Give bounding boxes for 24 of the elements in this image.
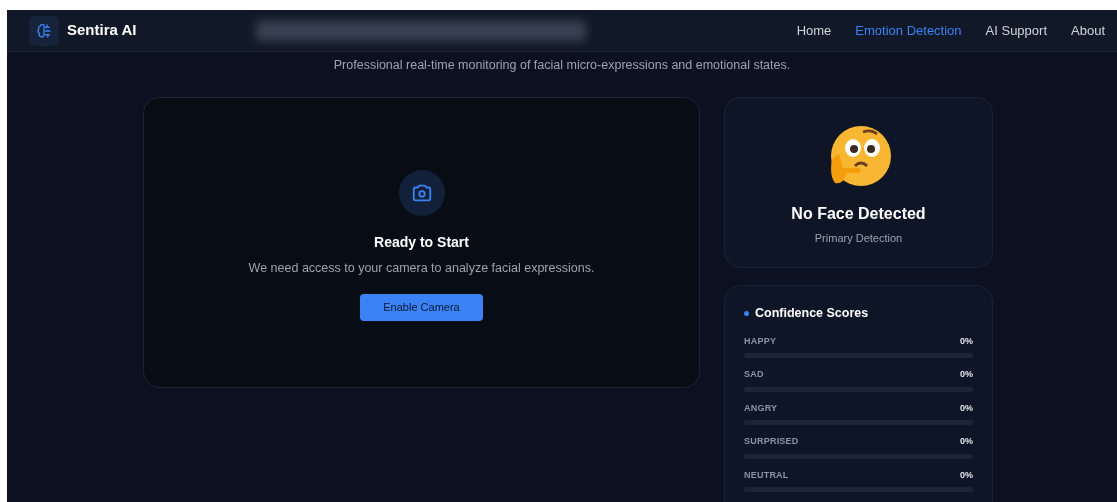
emotion-label: SURPRISED	[744, 435, 799, 448]
panel-title: Ready to Start	[374, 232, 469, 252]
detection-caption: Primary Detection	[814, 230, 903, 246]
brand-name: Sentira AI	[67, 20, 137, 41]
emotion-label: SAD	[744, 368, 764, 381]
nav-link[interactable]: About	[1071, 20, 1105, 41]
score-value: 0%	[960, 401, 973, 415]
nav-link[interactable]: AI Support	[985, 20, 1047, 41]
emotion-label: HAPPY	[744, 334, 777, 348]
score-value: 0%	[960, 368, 973, 381]
subtitle: Professional real-time monitoring of facial micro-expressions and emotional states.	[332, 57, 792, 74]
score-value: 0%	[960, 435, 973, 448]
emotion-label: NEUTRAL	[744, 468, 789, 482]
brain-icon	[29, 15, 59, 46]
score-value: 0%	[960, 334, 973, 348]
score-value: 0%	[960, 468, 973, 482]
emotion-label: ANGRY	[744, 401, 778, 415]
enable-camera-button[interactable]: Enable Camera	[360, 293, 483, 321]
nav-link[interactable]: Home	[796, 20, 832, 41]
panel-message: We need access to your camera to analyze facial expressions.	[248, 259, 595, 277]
detection-title: No Face Detected	[791, 203, 926, 224]
nav-link[interactable]: Emotion Detection	[855, 20, 962, 41]
bullet-icon	[744, 310, 749, 316]
confidence-title: Confidence Scores	[755, 304, 869, 322]
